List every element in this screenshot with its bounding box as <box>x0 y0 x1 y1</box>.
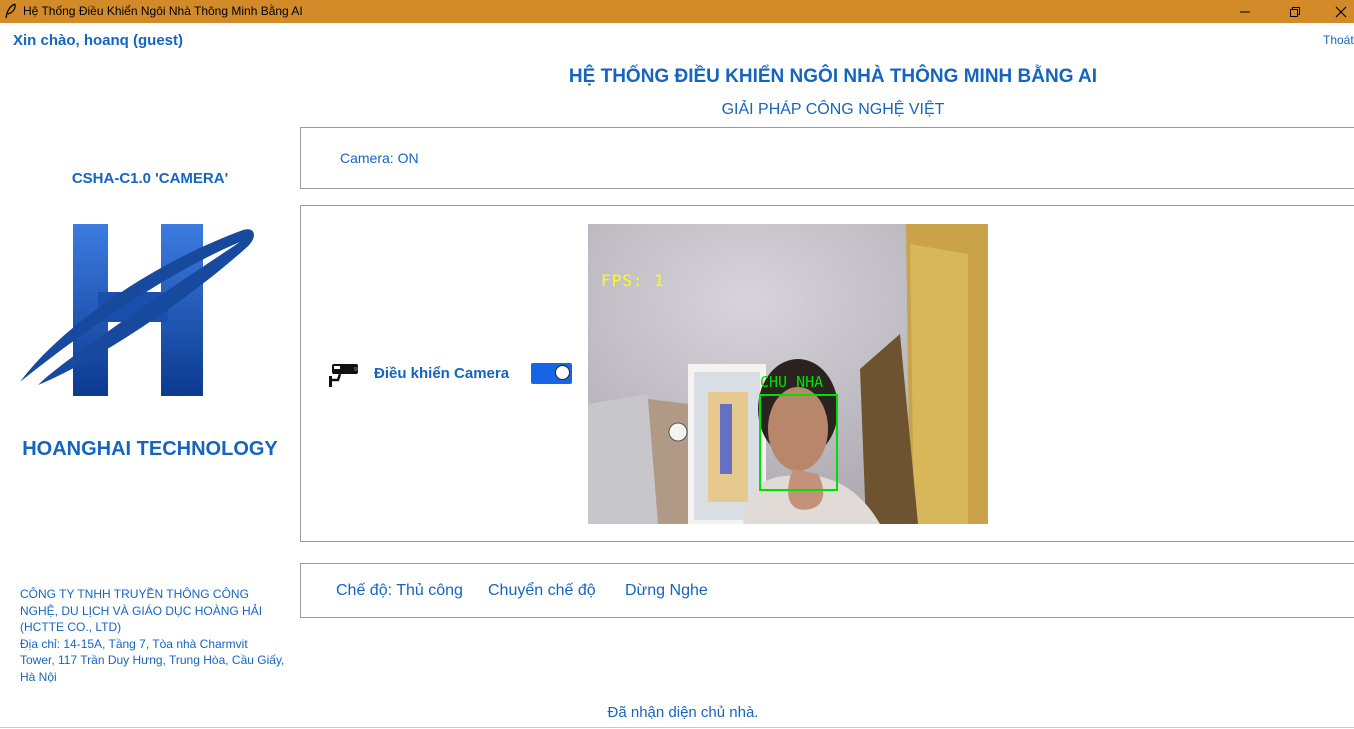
camera-control-label: Điều khiển Camera <box>374 365 510 382</box>
minimize-button[interactable] <box>1222 0 1268 23</box>
camera-status-panel: Camera: ON <box>300 127 1354 189</box>
face-recognition-label: CHU NHA <box>760 373 824 391</box>
feather-icon <box>5 3 16 19</box>
mode-panel: Chế độ: Thủ công Chuyển chế độ Dừng Nghe <box>300 563 1354 618</box>
camera-status: Camera: ON <box>340 150 419 166</box>
hoanghai-logo <box>20 224 254 396</box>
device-model: CSHA-C1.0 'CAMERA' <box>71 170 229 187</box>
company-info: CÔNG TY TNHH TRUYỀN THÔNG CÔNG NGHỆ, DU … <box>20 586 285 685</box>
restore-icon <box>1290 6 1300 17</box>
status-message: Đã nhận diện chủ nhà. <box>607 704 759 721</box>
bottom-divider <box>0 727 1354 728</box>
camera-feed: FPS: 1 CHU NHA <box>588 224 988 524</box>
face-detection-box <box>759 394 838 491</box>
mode-status: Chế độ: Thủ công <box>336 582 463 599</box>
camera-toggle[interactable] <box>531 363 572 384</box>
switch-mode-button[interactable]: Chuyển chế độ <box>488 582 596 600</box>
fps-readout: FPS: 1 <box>601 271 665 290</box>
security-camera-icon <box>329 364 358 387</box>
window-title: Hệ Thống Điều Khiển Ngôi Nhà Thông Minh … <box>23 4 303 18</box>
minimize-icon <box>1240 11 1250 12</box>
company-name: CÔNG TY TNHH TRUYỀN THÔNG CÔNG NGHỆ, DU … <box>20 587 263 634</box>
brand-name: HOANGHAI TECHNOLOGY <box>22 438 278 460</box>
camera-control-panel: Điều khiển Camera FPS: 1 CHU NHA <box>300 205 1354 542</box>
close-icon <box>1335 6 1347 17</box>
restore-button[interactable] <box>1272 0 1318 23</box>
close-button[interactable] <box>1318 0 1354 23</box>
user-greeting: Xin chào, hoanq (guest) <box>13 32 184 49</box>
logout-link[interactable]: Thoát <box>1323 33 1354 47</box>
stop-listening-button[interactable]: Dừng Nghe <box>625 582 708 600</box>
company-address: Địa chỉ: 14-15A, Tầng 7, Tòa nhà Charmvi… <box>20 636 285 684</box>
window-titlebar: Hệ Thống Điều Khiển Ngôi Nhà Thông Minh … <box>0 0 1354 23</box>
page-subtitle: GIẢI PHÁP CÔNG NGHỆ VIỆT <box>721 101 945 118</box>
toggle-knob <box>555 365 570 380</box>
page-title: HỆ THỐNG ĐIỀU KHIỂN NGÔI NHÀ THÔNG MINH … <box>568 66 1098 87</box>
